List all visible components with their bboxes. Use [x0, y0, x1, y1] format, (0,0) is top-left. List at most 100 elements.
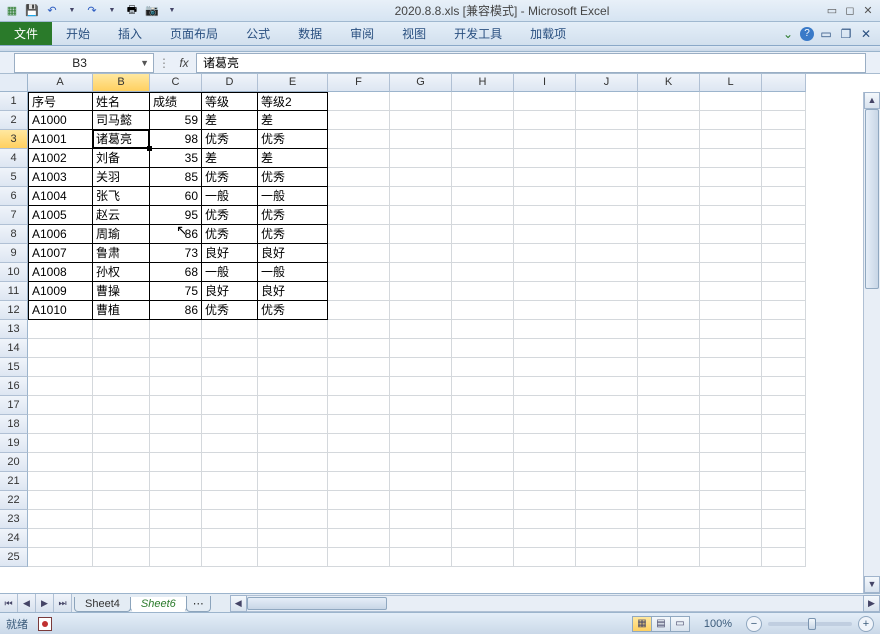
- cell[interactable]: 优秀: [202, 130, 258, 149]
- cell[interactable]: [258, 415, 328, 434]
- cell[interactable]: [328, 339, 390, 358]
- cell[interactable]: [576, 434, 638, 453]
- cell[interactable]: 86: [150, 301, 202, 320]
- cell[interactable]: [150, 320, 202, 339]
- tab-home[interactable]: 开始: [52, 21, 104, 46]
- row-header[interactable]: 18: [0, 415, 28, 434]
- macro-record-icon[interactable]: [38, 617, 52, 631]
- cell[interactable]: [638, 187, 700, 206]
- horizontal-scrollbar[interactable]: ◀ ▶: [230, 594, 880, 612]
- cell[interactable]: [638, 358, 700, 377]
- cell[interactable]: [700, 358, 762, 377]
- cell[interactable]: [576, 510, 638, 529]
- cell[interactable]: [700, 453, 762, 472]
- cell[interactable]: [514, 529, 576, 548]
- cell[interactable]: 司马懿: [93, 111, 150, 130]
- cell[interactable]: [390, 510, 452, 529]
- cell[interactable]: 73: [150, 244, 202, 263]
- cell[interactable]: [93, 453, 150, 472]
- cell[interactable]: [514, 320, 576, 339]
- cell[interactable]: [762, 225, 806, 244]
- cell[interactable]: [202, 434, 258, 453]
- cell[interactable]: 赵云: [93, 206, 150, 225]
- cell[interactable]: [328, 358, 390, 377]
- cell[interactable]: 75: [150, 282, 202, 301]
- cell[interactable]: [328, 263, 390, 282]
- cell[interactable]: A1010: [28, 301, 93, 320]
- cell[interactable]: [762, 434, 806, 453]
- row-header[interactable]: 6: [0, 187, 28, 206]
- cell[interactable]: [638, 396, 700, 415]
- cell[interactable]: 一般: [258, 187, 328, 206]
- cell[interactable]: A1005: [28, 206, 93, 225]
- sheet-tab-sheet4[interactable]: Sheet4: [74, 597, 131, 612]
- cell[interactable]: [700, 206, 762, 225]
- cell[interactable]: [638, 415, 700, 434]
- cell[interactable]: [390, 111, 452, 130]
- cell[interactable]: [390, 491, 452, 510]
- row-header[interactable]: 19: [0, 434, 28, 453]
- zoom-thumb[interactable]: [808, 618, 816, 630]
- cell[interactable]: [638, 434, 700, 453]
- row-header[interactable]: 1: [0, 92, 28, 111]
- cell[interactable]: [150, 548, 202, 567]
- cell[interactable]: [150, 358, 202, 377]
- cell[interactable]: [762, 377, 806, 396]
- cell[interactable]: [700, 339, 762, 358]
- cell[interactable]: 良好: [202, 282, 258, 301]
- cell[interactable]: [258, 529, 328, 548]
- cell[interactable]: 一般: [202, 187, 258, 206]
- cell[interactable]: [514, 377, 576, 396]
- cell[interactable]: [638, 282, 700, 301]
- cell[interactable]: [328, 187, 390, 206]
- cell[interactable]: [514, 358, 576, 377]
- cell[interactable]: [258, 472, 328, 491]
- cell[interactable]: [514, 187, 576, 206]
- cell[interactable]: [328, 434, 390, 453]
- cell[interactable]: [762, 453, 806, 472]
- cell[interactable]: [762, 339, 806, 358]
- cell[interactable]: [452, 510, 514, 529]
- cell[interactable]: 等级2: [258, 92, 328, 111]
- tab-developer[interactable]: 开发工具: [440, 21, 516, 46]
- cell[interactable]: [700, 111, 762, 130]
- cell[interactable]: 35: [150, 149, 202, 168]
- cell[interactable]: [390, 301, 452, 320]
- cell[interactable]: [700, 187, 762, 206]
- cell[interactable]: [762, 168, 806, 187]
- cell[interactable]: [390, 244, 452, 263]
- cell[interactable]: [576, 472, 638, 491]
- cell[interactable]: 鲁肃: [93, 244, 150, 263]
- cell[interactable]: 差: [258, 111, 328, 130]
- cell[interactable]: [258, 434, 328, 453]
- cell[interactable]: [328, 111, 390, 130]
- cell[interactable]: [762, 358, 806, 377]
- cell[interactable]: [576, 130, 638, 149]
- cell[interactable]: [150, 434, 202, 453]
- cell[interactable]: [258, 510, 328, 529]
- cell[interactable]: [762, 92, 806, 111]
- cell[interactable]: [514, 111, 576, 130]
- undo-menu-icon[interactable]: ▼: [64, 3, 80, 19]
- row-header[interactable]: 10: [0, 263, 28, 282]
- row-header[interactable]: 16: [0, 377, 28, 396]
- row-header[interactable]: 20: [0, 453, 28, 472]
- cell[interactable]: 60: [150, 187, 202, 206]
- scroll-up-button[interactable]: ▲: [864, 92, 880, 109]
- file-tab[interactable]: 文件: [0, 22, 52, 45]
- cells-area[interactable]: 序号姓名成绩等级等级2A1000司马懿59差差A1001诸葛亮98优秀优秀A10…: [28, 92, 880, 567]
- sheet-prev-button[interactable]: ◀: [18, 594, 36, 612]
- row-header[interactable]: 25: [0, 548, 28, 567]
- column-header-G[interactable]: G: [390, 74, 452, 92]
- cell[interactable]: [390, 377, 452, 396]
- cell[interactable]: 一般: [258, 263, 328, 282]
- cell[interactable]: [576, 339, 638, 358]
- cell[interactable]: [638, 206, 700, 225]
- cell[interactable]: A1000: [28, 111, 93, 130]
- cell[interactable]: [258, 320, 328, 339]
- cell[interactable]: [762, 301, 806, 320]
- column-header-I[interactable]: I: [514, 74, 576, 92]
- cell[interactable]: [150, 415, 202, 434]
- cell[interactable]: [202, 548, 258, 567]
- cell[interactable]: [452, 453, 514, 472]
